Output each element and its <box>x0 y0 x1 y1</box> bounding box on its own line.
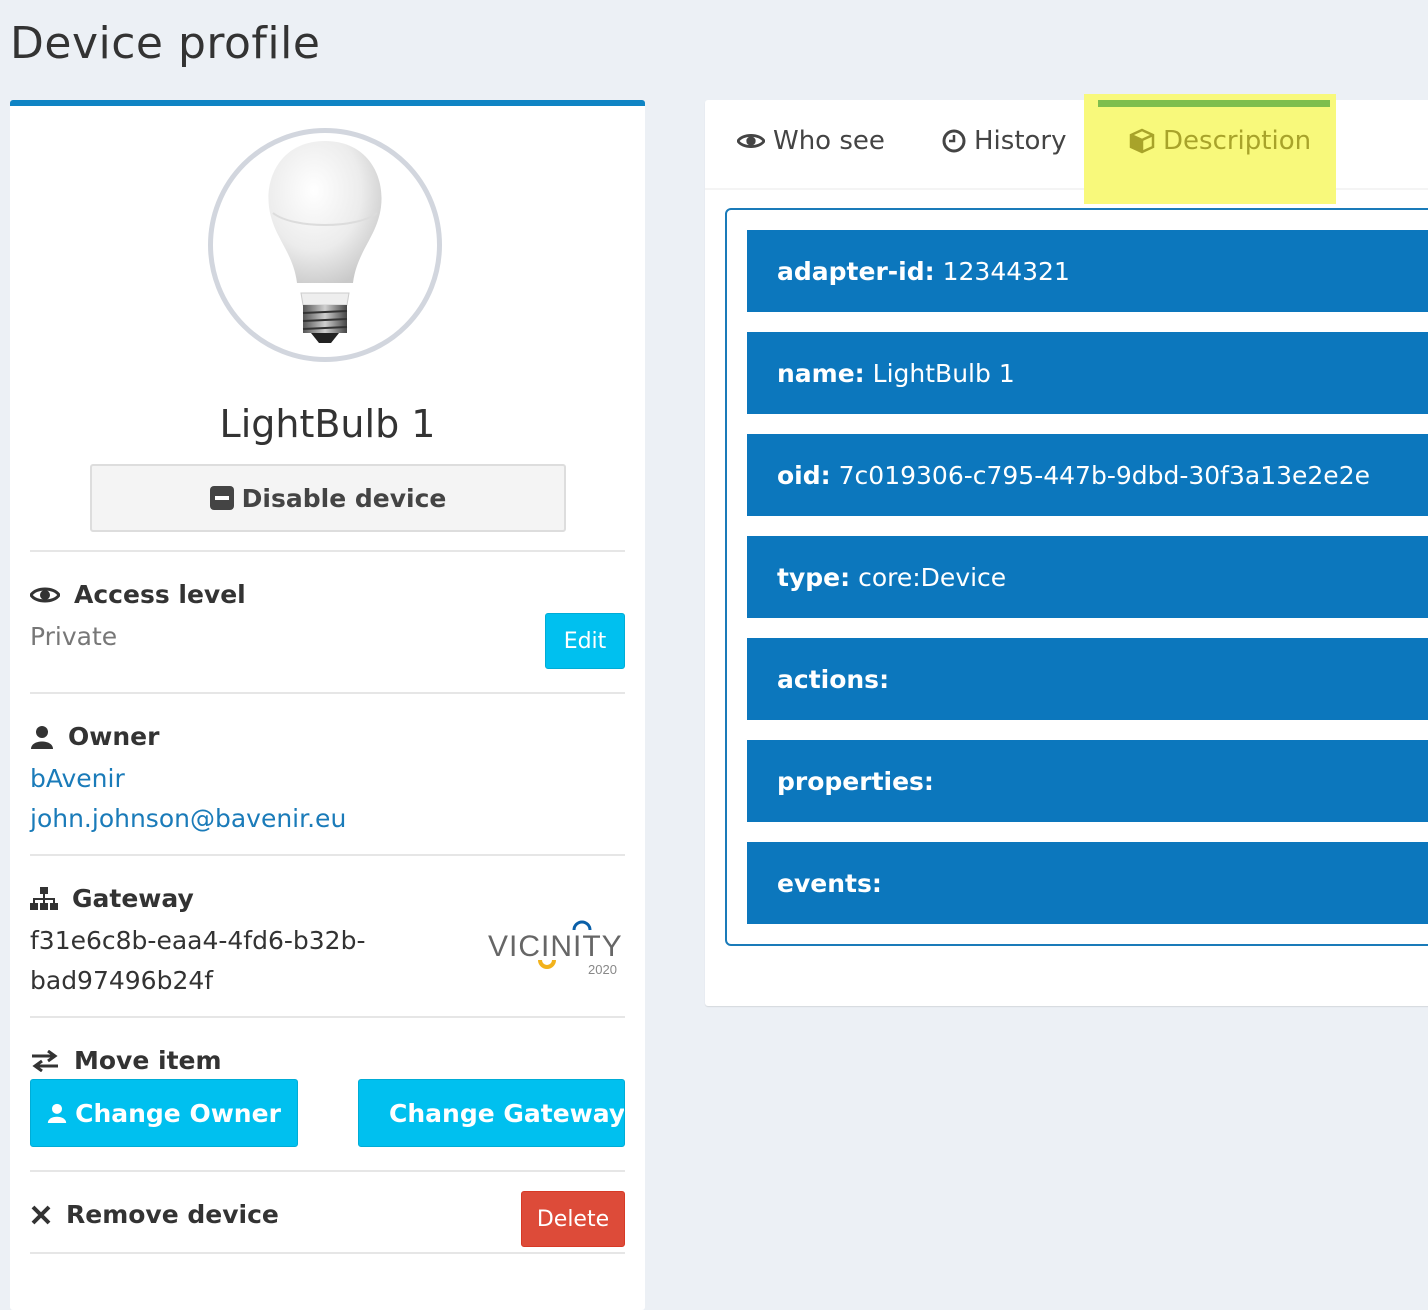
tab-history[interactable]: History <box>942 126 1067 156</box>
tab-panel: Who see History Description adapter-id: … <box>705 94 1428 1006</box>
tab-description[interactable]: Description <box>1129 126 1311 156</box>
tab-bar: Who see History Description <box>705 94 1428 204</box>
desc-key: properties: <box>777 766 934 796</box>
divider <box>30 692 625 694</box>
desc-key: events: <box>777 868 882 898</box>
desc-value: 12344321 <box>942 256 1070 286</box>
divider <box>30 854 625 856</box>
divider <box>30 1170 625 1172</box>
desc-value: 7c019306-c795-447b-9dbd-30f3a13e2e2e <box>838 460 1370 490</box>
desc-key: name: <box>777 358 865 388</box>
change-gateway-label: Change Gateway <box>389 1098 625 1128</box>
desc-row-type: type: core:Device <box>747 536 1428 618</box>
gateway-label: Gateway <box>72 884 194 913</box>
remove-device-heading: Remove device <box>30 1200 279 1229</box>
user-icon <box>31 725 53 749</box>
change-owner-label: Change Owner <box>75 1098 281 1128</box>
access-level-value: Private <box>30 622 118 651</box>
access-level-heading: Access level <box>30 580 246 609</box>
active-tab-indicator <box>1098 100 1330 107</box>
move-item-label: Move item <box>74 1046 222 1075</box>
gateway-heading: Gateway <box>30 884 194 913</box>
access-level-label: Access level <box>74 580 246 609</box>
desc-key: actions: <box>777 664 890 694</box>
desc-key: type: <box>777 562 851 592</box>
owner-email-link[interactable]: john.johnson@bavenir.eu <box>30 804 346 833</box>
change-gateway-button[interactable]: Change Gateway <box>358 1079 625 1147</box>
desc-row-name: name: LightBulb 1 <box>747 332 1428 414</box>
desc-key: adapter-id: <box>777 256 935 286</box>
remove-device-label: Remove device <box>66 1200 279 1229</box>
disable-device-label: Disable device <box>241 483 447 513</box>
gateway-id-line2: bad97496b24f <box>30 966 214 995</box>
lightbulb-image <box>268 141 382 343</box>
disable-device-button[interactable]: Disable device <box>90 464 566 532</box>
divider <box>30 550 625 552</box>
edit-access-button[interactable]: Edit <box>545 613 625 669</box>
eye-icon <box>30 587 60 602</box>
description-box: adapter-id: 12344321 name: LightBulb 1 o… <box>725 208 1428 946</box>
desc-value: LightBulb 1 <box>872 358 1015 388</box>
user-icon <box>47 1103 67 1123</box>
owner-label: Owner <box>68 722 160 751</box>
page-title: Device profile <box>10 18 321 69</box>
device-avatar <box>208 128 442 362</box>
desc-value: core:Device <box>858 562 1007 592</box>
cube-icon <box>1129 128 1155 154</box>
tab-who-see-label: Who see <box>773 126 885 156</box>
divider <box>30 1252 625 1254</box>
minus-square-icon <box>209 486 234 510</box>
desc-key: oid: <box>777 460 831 490</box>
change-owner-button[interactable]: Change Owner <box>30 1079 298 1147</box>
device-profile-box: LightBulb 1 Disable device Access level … <box>10 100 645 1310</box>
sitemap-icon <box>30 886 58 910</box>
desc-row-actions: actions: <box>747 638 1428 720</box>
vicinity-logo: VICINITY 2020 <box>488 920 628 980</box>
delete-device-button[interactable]: Delete <box>521 1191 625 1247</box>
move-item-heading: Move item <box>30 1046 222 1075</box>
tab-who-see[interactable]: Who see <box>737 126 885 156</box>
eye-icon <box>737 134 765 148</box>
owner-org-link[interactable]: bAvenir <box>30 764 125 793</box>
exchange-icon <box>32 1049 58 1072</box>
tab-history-label: History <box>974 126 1067 156</box>
desc-row-events: events: <box>747 842 1428 924</box>
device-name: LightBulb 1 <box>219 402 436 446</box>
vicinity-logo-year: 2020 <box>588 962 617 977</box>
desc-row-adapter-id: adapter-id: 12344321 <box>747 230 1428 312</box>
gateway-id-line1: f31e6c8b-eaa4-4fd6-b32b- <box>30 926 366 955</box>
desc-row-oid: oid: 7c019306-c795-447b-9dbd-30f3a13e2e2… <box>747 434 1428 516</box>
desc-row-properties: properties: <box>747 740 1428 822</box>
close-icon <box>31 1205 51 1224</box>
tab-description-label: Description <box>1163 126 1312 156</box>
divider <box>30 1016 625 1018</box>
clock-icon <box>942 129 966 153</box>
owner-heading: Owner <box>30 722 159 751</box>
vicinity-logo-text: VICINITY <box>488 930 623 963</box>
